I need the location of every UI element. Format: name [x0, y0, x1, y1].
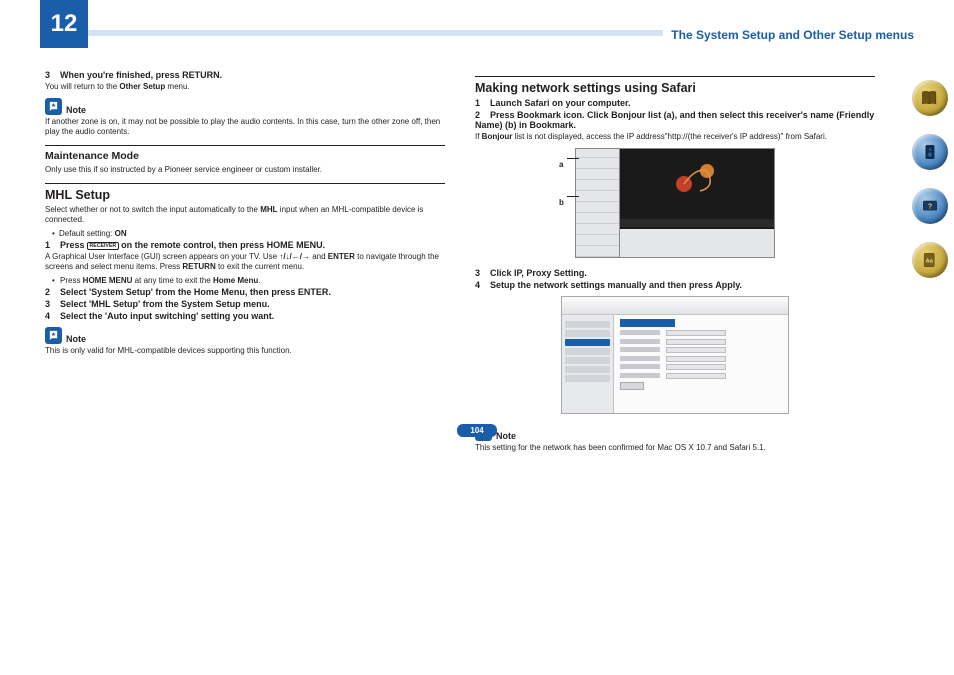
mhl-intro: Select whether or not to switch the inpu… [45, 205, 445, 225]
note-label: Note [66, 334, 86, 344]
note2-body: This is only valid for MHL-compatible de… [45, 346, 445, 356]
mhl-default: Default setting: ON [45, 229, 445, 238]
safari-step3: 3Click IP, Proxy Setting. [475, 268, 875, 278]
header-title: The System Setup and Other Setup menus [663, 0, 914, 42]
right-column: Making network settings using Safari 1La… [475, 68, 875, 457]
safari-settings-screenshot [561, 296, 789, 414]
svg-text:Aa: Aa [925, 259, 933, 265]
mhl-step1: 1Press RECEIVER on the remote control, t… [45, 240, 445, 250]
maintenance-title: Maintenance Mode [45, 150, 445, 162]
divider [45, 145, 445, 146]
side-nav: ? Aa [912, 80, 948, 278]
book-icon[interactable] [912, 80, 948, 116]
note-2: Note [45, 327, 445, 344]
divider [475, 76, 875, 77]
mhl-step3: 3Select 'MHL Setup' from the System Setu… [45, 299, 445, 309]
chapter-number: 12 [40, 0, 88, 48]
note3-body: This setting for the network has been co… [475, 443, 875, 453]
safari-title: Making network settings using Safari [475, 81, 875, 95]
note-3: Note [475, 424, 875, 441]
safari-bookmark-screenshot: a b [575, 148, 775, 258]
note-icon [45, 98, 62, 115]
callout-b: b [559, 198, 564, 207]
help-icon[interactable]: ? [912, 188, 948, 224]
mhl-step4: 4Select the 'Auto input switching' setti… [45, 311, 445, 321]
receiver-button-icon: RECEIVER [87, 242, 119, 250]
left-column: 3When you're finished, press RETURN. You… [45, 68, 445, 457]
step-finished: 3When you're finished, press RETURN. [45, 70, 445, 80]
page-number: 104 [457, 424, 497, 437]
svg-text:?: ? [928, 202, 933, 211]
mhl-bullet: Press HOME MENU at any time to exit the … [45, 276, 445, 285]
speaker-icon[interactable] [912, 134, 948, 170]
note-icon [45, 327, 62, 344]
safari-step1: 1Launch Safari on your computer. [475, 98, 875, 108]
safari-step2-body: If Bonjour list is not displayed, access… [475, 132, 875, 142]
glossary-icon[interactable]: Aa [912, 242, 948, 278]
header-rule [88, 30, 663, 36]
mhl-step2: 2Select 'System Setup' from the Home Men… [45, 287, 445, 297]
safari-step2: 2Press Bookmark icon. Click Bonjour list… [475, 110, 875, 130]
note-1: Note [45, 98, 445, 115]
finished-body: You will return to the Other Setup menu. [45, 82, 445, 92]
callout-a: a [559, 160, 563, 169]
safari-step4: 4Setup the network settings manually and… [475, 280, 875, 290]
note-label: Note [66, 105, 86, 115]
maintenance-body: Only use this if so instructed by a Pion… [45, 165, 445, 175]
note-label: Note [496, 431, 516, 441]
note1-body: If another zone is on, it may not be pos… [45, 117, 445, 137]
divider [45, 183, 445, 184]
page-header: 12 The System Setup and Other Setup menu… [45, 0, 914, 48]
mhl-title: MHL Setup [45, 188, 445, 202]
mhl-step1-body: A Graphical User Interface (GUI) screen … [45, 252, 445, 272]
